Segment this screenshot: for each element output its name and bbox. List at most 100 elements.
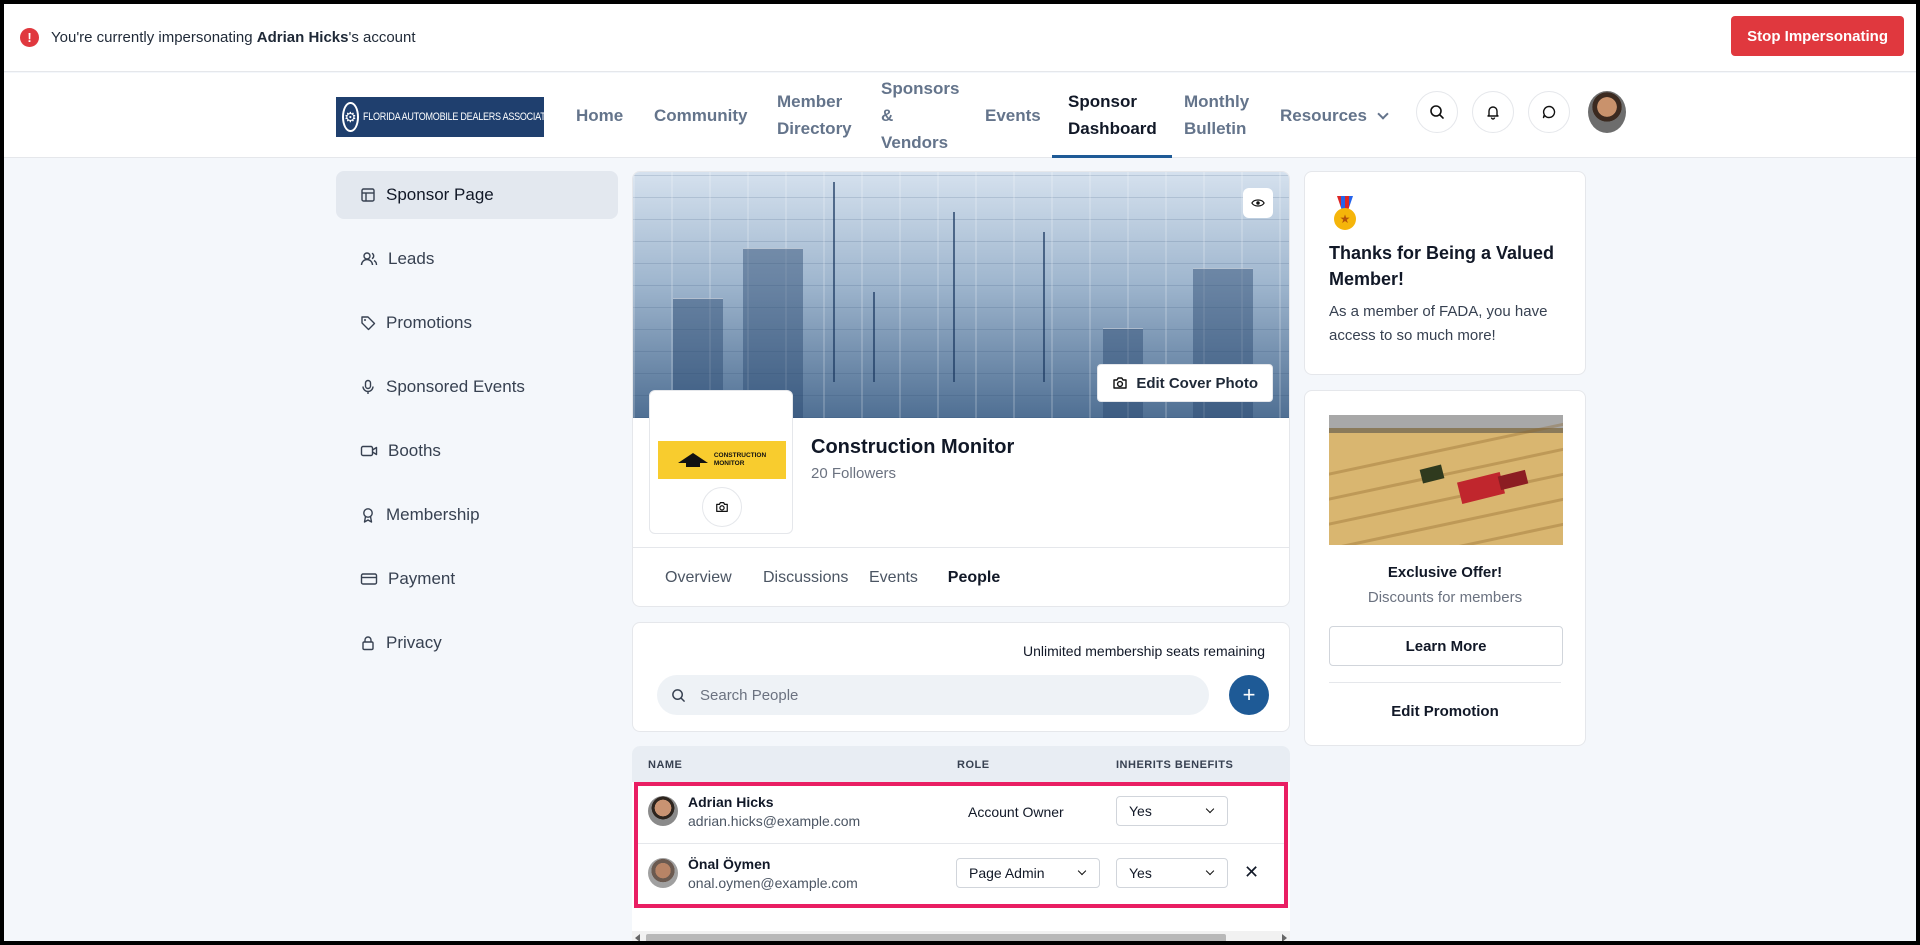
- sidebar-item-sponsor-page[interactable]: Sponsor Page: [336, 171, 618, 219]
- notifications-button[interactable]: [1472, 91, 1514, 133]
- messages-button[interactable]: [1528, 91, 1570, 133]
- sidebar-item-sponsored-events[interactable]: Sponsored Events: [336, 363, 618, 411]
- search-people-field[interactable]: [657, 675, 1209, 715]
- sidebar-item-booths[interactable]: Booths: [336, 427, 618, 475]
- sidebar-item-label: Privacy: [386, 633, 442, 652]
- tab-people[interactable]: People: [935, 548, 1013, 606]
- bell-icon: [1487, 106, 1499, 120]
- chevron-down-icon: [1205, 866, 1215, 876]
- search-people-input[interactable]: [700, 686, 1180, 704]
- member-card-title: Thanks for Being a Valued Member!: [1329, 243, 1555, 289]
- nav-sponsors-vendors[interactable]: Sponsors & Vendors: [881, 75, 959, 156]
- nav-member-directory[interactable]: Member Directory: [777, 88, 852, 142]
- medal-star-icon: ★: [1334, 208, 1356, 230]
- alert-icon: !: [20, 28, 39, 47]
- member-card-description: As a member of FADA, you have access to …: [1329, 303, 1548, 344]
- person-role: Account Owner: [968, 804, 1064, 820]
- logo-line1: CONSTRUCTION: [713, 452, 767, 459]
- edit-promotion-button[interactable]: Edit Promotion: [1305, 703, 1585, 720]
- inherits-benefits-select[interactable]: Yes: [1116, 858, 1228, 888]
- nav-dashboard-line1: Sponsor: [1068, 92, 1137, 111]
- user-avatar[interactable]: [1588, 91, 1626, 133]
- nav-monthly-bulletin[interactable]: Monthly Bulletin: [1184, 88, 1249, 142]
- cover-crane: [833, 182, 835, 382]
- add-person-button[interactable]: +: [1229, 675, 1269, 715]
- award-icon: [363, 508, 373, 523]
- fada-logo[interactable]: ⚙ FLORIDA AUTOMOBILE DEALERS ASSOCIATION: [336, 97, 561, 137]
- search-button[interactable]: [1416, 91, 1458, 133]
- nav-resources[interactable]: Resources: [1280, 102, 1389, 129]
- search-icon: [672, 688, 685, 702]
- member-thanks-card: ★ Thanks for Being a Valued Member! As a…: [1304, 171, 1586, 375]
- microphone-icon: [362, 379, 374, 394]
- preview-button[interactable]: [1243, 188, 1273, 218]
- sidebar-item-membership[interactable]: Membership: [336, 491, 618, 539]
- promotion-card: Exclusive Offer! Discounts for members L…: [1304, 390, 1586, 746]
- nav-events[interactable]: Events: [985, 102, 1041, 129]
- sidebar-item-label: Leads: [388, 249, 435, 268]
- avatar: [648, 858, 678, 888]
- sidebar-nav: Sponsor Page Leads Promotions Sponsored …: [336, 171, 618, 683]
- tractor-vehicle: [1419, 464, 1445, 484]
- scrollbar-thumb[interactable]: [646, 934, 1226, 941]
- table-row: Adrian Hicks adrian.hicks@example.com Ac…: [632, 782, 1290, 843]
- harvester-vehicle: [1497, 469, 1529, 491]
- scroll-left-arrow-icon[interactable]: [635, 934, 640, 941]
- nav-community[interactable]: Community: [654, 102, 748, 129]
- learn-more-button[interactable]: Learn More: [1329, 626, 1563, 666]
- column-header-name: NAME: [648, 759, 683, 771]
- stop-impersonating-button[interactable]: Stop Impersonating: [1731, 16, 1904, 56]
- logo-text: FLORIDA AUTOMOBILE DEALERS ASSOCIATION: [362, 111, 561, 123]
- role-select[interactable]: Page Admin: [956, 858, 1100, 888]
- remove-person-button[interactable]: ✕: [1244, 862, 1259, 883]
- table-horizontal-scrollbar[interactable]: [632, 931, 1290, 941]
- edit-cover-label: Edit Cover Photo: [1136, 374, 1258, 392]
- sidebar-item-label: Sponsor Page: [386, 185, 494, 204]
- sidebar-item-payment[interactable]: Payment: [336, 555, 618, 603]
- medal-icon: ★: [1329, 196, 1361, 232]
- impersonation-bar: ! You're currently impersonating Adrian …: [4, 4, 1916, 72]
- scroll-right-arrow-icon[interactable]: [1282, 934, 1287, 941]
- edit-cover-photo-button[interactable]: Edit Cover Photo: [1097, 364, 1273, 402]
- sponsor-profile-card: Edit Cover Photo CONSTRUCTION MONITOR Con…: [632, 171, 1290, 607]
- nav-member-directory-line1: Member: [777, 92, 843, 111]
- video-icon: [360, 445, 378, 457]
- sidebar-item-privacy[interactable]: Privacy: [336, 619, 618, 667]
- inherits-benefits-select[interactable]: Yes: [1116, 796, 1228, 826]
- crop-row: [1329, 415, 1563, 480]
- promotion-subtitle: Discounts for members: [1367, 589, 1523, 606]
- impersonation-text: You're currently impersonating Adrian Hi…: [51, 29, 416, 46]
- followers-count[interactable]: 20 Followers: [811, 465, 896, 482]
- credit-card-icon: [360, 573, 378, 585]
- nav-home[interactable]: Home: [576, 102, 623, 129]
- inherits-benefits-value: Yes: [1129, 865, 1152, 881]
- app-frame: ! You're currently impersonating Adrian …: [4, 4, 1916, 941]
- table-header: NAME ROLE INHERITS BENEFITS: [632, 746, 1290, 782]
- nav-resources-label: Resources: [1280, 106, 1367, 125]
- promotion-image: [1329, 415, 1563, 545]
- person-name: Adrian Hicks: [688, 794, 774, 810]
- person-email: adrian.hicks@example.com: [688, 813, 861, 829]
- sidebar-item-promotions[interactable]: Promotions: [336, 299, 618, 347]
- tab-overview[interactable]: Overview: [665, 548, 732, 606]
- membership-seats-text: Unlimited membership seats remaining: [1023, 643, 1265, 659]
- nav-sponsors-line2: &: [881, 106, 894, 125]
- change-logo-button[interactable]: [702, 487, 742, 527]
- profile-tabs: Overview Discussions Events People: [633, 547, 1289, 606]
- logo-emblem-icon: ⚙: [342, 102, 359, 132]
- promotion-divider: [1329, 682, 1561, 683]
- sidebar-item-label: Booths: [388, 441, 441, 460]
- camera-icon: [1113, 377, 1128, 389]
- profile-logo-box: CONSTRUCTION MONITOR: [649, 390, 793, 534]
- tab-events[interactable]: Events: [869, 548, 918, 606]
- avatar: [648, 796, 678, 826]
- house-roof-icon: [677, 453, 708, 467]
- table-row: Önal Öymen onal.oymen@example.com Page A…: [632, 844, 1290, 905]
- chevron-down-icon: [1077, 866, 1087, 876]
- nav-sponsors-line3: Vendors: [881, 133, 949, 152]
- nav-sponsors-line1: Sponsors: [881, 79, 960, 98]
- tab-discussions[interactable]: Discussions: [763, 548, 848, 606]
- nav-sponsor-dashboard[interactable]: Sponsor Dashboard: [1068, 88, 1157, 142]
- nav-dashboard-line2: Dashboard: [1068, 119, 1157, 138]
- sidebar-item-leads[interactable]: Leads: [336, 235, 618, 283]
